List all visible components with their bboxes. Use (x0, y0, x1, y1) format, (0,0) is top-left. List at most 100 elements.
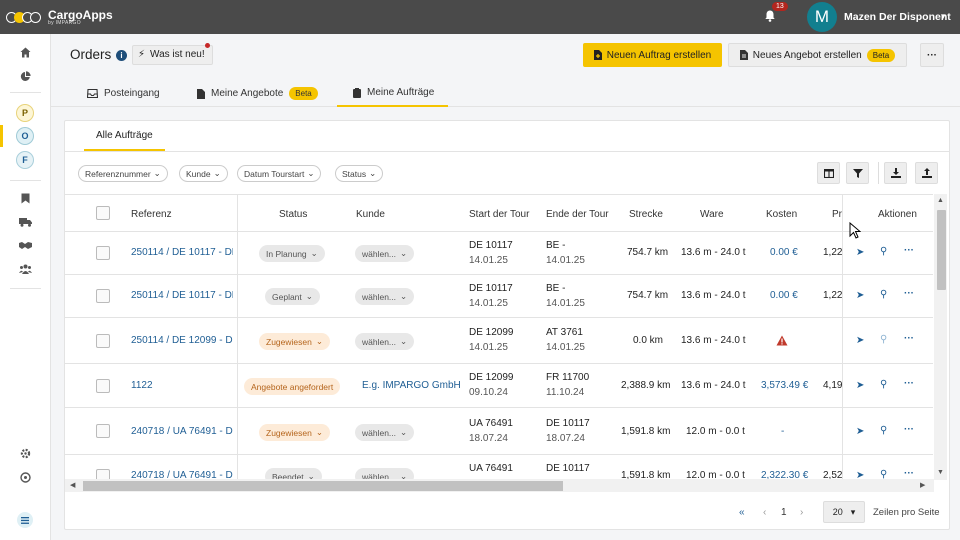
more-icon[interactable]: ··· (904, 333, 914, 344)
header-preis[interactable]: Pr (832, 195, 842, 233)
send-icon[interactable]: ➤ (856, 335, 864, 346)
gear-icon[interactable] (18, 446, 32, 460)
rows-per-page-select[interactable]: 20 ▾ (823, 501, 865, 523)
scroll-right-icon[interactable]: ▶ (920, 481, 925, 489)
header-referenz[interactable]: Referenz (131, 195, 172, 233)
header-kunde[interactable]: Kunde (356, 195, 385, 233)
table-row[interactable]: 250114 / DE 10117 - DE In Planung ⌄ wähle… (65, 232, 933, 275)
customer-select[interactable]: wählen... ⌄ (355, 288, 415, 305)
status-badge[interactable]: Zugewiesen ⌄ (259, 424, 330, 441)
filter-datum-tourstart[interactable]: Datum Tourstart ⌄ (237, 165, 322, 182)
tab-posteingang[interactable]: Posteingang (87, 80, 160, 107)
route-icon[interactable]: ⚲ (880, 334, 887, 345)
sidebar-item-o[interactable]: O (16, 127, 34, 145)
row-checkbox[interactable] (96, 289, 110, 303)
distance: 0.0 km (633, 335, 664, 346)
status-badge[interactable]: Zugewiesen ⌄ (259, 333, 330, 350)
header-strecke[interactable]: Strecke (629, 195, 663, 233)
route-icon[interactable]: ⚲ (880, 425, 887, 436)
info-icon[interactable]: i (116, 50, 127, 61)
filter-referenznummer[interactable]: Referenznummer ⌄ (78, 165, 168, 182)
next-page-button[interactable]: › (800, 507, 803, 518)
send-icon[interactable]: ➤ (856, 380, 864, 391)
table-row[interactable]: 250114 / DE 10117 - DE Geplant ⌄ wählen..… (65, 275, 933, 318)
avatar[interactable]: M (807, 2, 837, 32)
horizontal-scrollbar[interactable]: ◀ ▶ (65, 479, 934, 492)
table-row[interactable]: 1122 Angebote angefordert E.g. IMPARGO G… (65, 364, 933, 408)
pie-chart-icon[interactable] (18, 69, 32, 83)
more-icon[interactable]: ··· (904, 424, 914, 435)
menu-toggle-icon[interactable] (17, 512, 33, 528)
bell-icon[interactable] (765, 10, 775, 22)
send-icon[interactable]: ➤ (856, 290, 864, 301)
download-button[interactable] (884, 162, 907, 184)
route-icon[interactable]: ⚲ (880, 379, 887, 390)
header-ware[interactable]: Ware (700, 195, 724, 233)
more-icon[interactable]: ··· (904, 468, 914, 479)
tab-meine-angebote[interactable]: Meine Angebote Beta (197, 80, 318, 107)
status-badge[interactable]: Angebote angefordert (244, 378, 341, 395)
new-offer-button[interactable]: Neues Angebot erstellen Beta (728, 43, 907, 67)
prev-page-button[interactable]: ‹ (763, 507, 766, 518)
row-checkbox[interactable] (96, 424, 110, 438)
current-page[interactable]: 1 (781, 507, 787, 518)
row-checkbox[interactable] (96, 246, 110, 260)
table-row[interactable]: 250114 / DE 12099 - DE Zugewiesen ⌄ wähle… (65, 318, 933, 364)
chevron-down-icon: ⌄ (400, 336, 408, 346)
upload-button[interactable] (915, 162, 938, 184)
more-icon[interactable]: ··· (904, 245, 914, 256)
sidebar-item-p[interactable]: P (16, 104, 34, 122)
truck-icon[interactable] (18, 215, 32, 229)
customer-select[interactable]: wählen... ⌄ (355, 333, 415, 350)
customer-select[interactable]: wählen... ⌄ (355, 424, 415, 441)
row-reference[interactable]: 250114 / DE 10117 - DE (131, 290, 233, 301)
header-status[interactable]: Status (279, 195, 307, 233)
filter-kunde[interactable]: Kunde ⌄ (179, 165, 228, 182)
row-checkbox[interactable] (96, 379, 110, 393)
user-name[interactable]: Mazen Der Disponent (844, 11, 951, 23)
scroll-left-icon[interactable]: ◀ (70, 481, 75, 489)
tab-meine-auftraege[interactable]: Meine Aufträge (337, 80, 449, 107)
whats-new-button[interactable]: ⚡ Was ist neu! (132, 45, 213, 65)
app-logo[interactable]: CargoApps by IMPARGO (6, 9, 113, 26)
home-icon[interactable] (18, 45, 32, 59)
scroll-up-icon[interactable]: ▲ (937, 197, 944, 204)
select-all-checkbox[interactable] (96, 206, 110, 220)
status-badge[interactable]: Geplant ⌄ (265, 288, 320, 305)
filter-status[interactable]: Status ⌄ (335, 165, 384, 182)
row-checkbox[interactable] (96, 334, 110, 348)
customer-select[interactable]: wählen... ⌄ (355, 245, 415, 262)
first-page-button[interactable]: « (739, 507, 745, 518)
vertical-scrollbar[interactable]: ▲ ▼ (934, 194, 947, 480)
table-row[interactable]: 240718 / UA 76491 - DE Zugewiesen ⌄ wähle… (65, 408, 933, 455)
scroll-down-icon[interactable]: ▼ (937, 469, 944, 476)
more-options-button[interactable]: ··· (920, 43, 944, 67)
row-reference[interactable]: 250114 / DE 10117 - DE (131, 247, 233, 258)
header-start[interactable]: Start der Tour (469, 195, 529, 233)
send-icon[interactable]: ➤ (856, 426, 864, 437)
route-icon[interactable]: ⚲ (880, 246, 887, 257)
header-kosten[interactable]: Kosten (766, 195, 797, 233)
customer-link[interactable]: E.g. IMPARGO GmbH (362, 380, 461, 391)
horizontal-scroll-thumb[interactable] (83, 481, 563, 491)
header-ende[interactable]: Ende der Tour (546, 195, 609, 233)
more-icon[interactable]: ··· (904, 288, 914, 299)
users-icon[interactable] (18, 262, 32, 276)
status-badge[interactable]: In Planung ⌄ (259, 245, 325, 262)
send-icon[interactable]: ➤ (856, 247, 864, 258)
filter-button[interactable] (846, 162, 869, 184)
tab-alle-auftraege[interactable]: Alle Aufträge (84, 121, 165, 151)
bookmark-icon[interactable] (18, 191, 32, 205)
handshake-icon[interactable] (18, 238, 32, 252)
columns-button[interactable] (817, 162, 840, 184)
route-icon[interactable]: ⚲ (880, 289, 887, 300)
row-reference[interactable]: 1122 (131, 380, 153, 391)
row-reference[interactable]: 250114 / DE 12099 - DE (131, 335, 233, 346)
chevron-down-icon[interactable]: ▾ (941, 11, 946, 22)
row-reference[interactable]: 240718 / UA 76491 - DE (131, 426, 233, 437)
sidebar-item-f[interactable]: F (16, 151, 34, 169)
support-icon[interactable] (18, 470, 32, 484)
vertical-scroll-thumb[interactable] (937, 210, 946, 290)
new-order-button[interactable]: Neuen Auftrag erstellen (583, 43, 722, 67)
more-icon[interactable]: ··· (904, 378, 914, 389)
